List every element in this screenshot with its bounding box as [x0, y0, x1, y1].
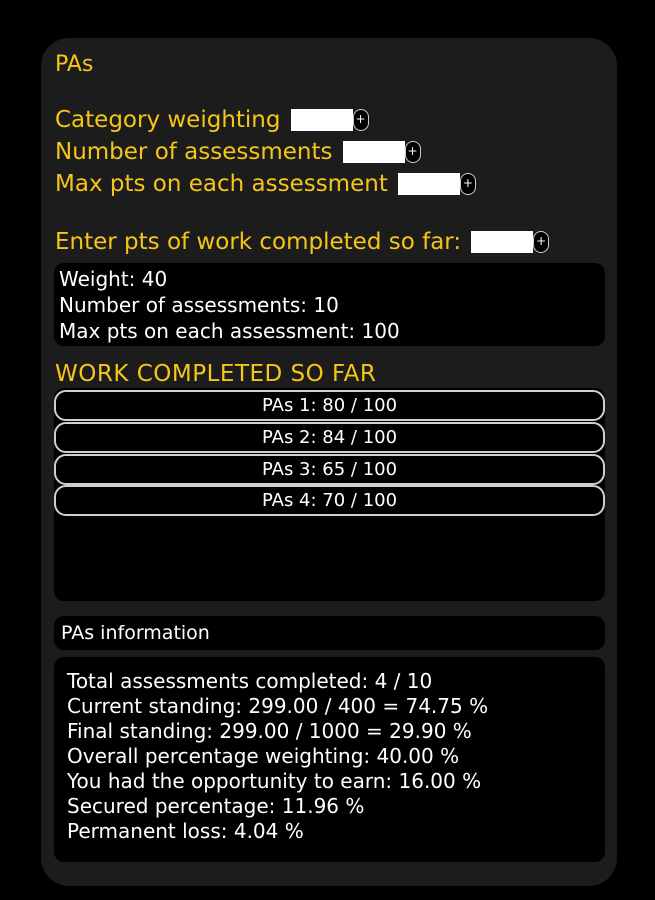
- weighting-row: Category weighting +: [55, 107, 369, 133]
- category-title: PAs: [55, 52, 94, 77]
- work-item[interactable]: PAs 4: 70 / 100: [54, 485, 605, 516]
- info-line: You had the opportunity to earn: 16.00 %: [67, 769, 482, 793]
- work-item[interactable]: PAs 2: 84 / 100: [54, 422, 605, 453]
- summary-weight: Weight: 40: [59, 267, 168, 291]
- add-max-pts-button[interactable]: +: [459, 173, 476, 195]
- weighting-label: Category weighting: [55, 107, 281, 133]
- category-card: PAs Category weighting + Number of asses…: [41, 38, 617, 886]
- work-item[interactable]: PAs 3: 65 / 100: [54, 454, 605, 485]
- work-list: PAs 1: 80 / 100 PAs 2: 84 / 100 PAs 3: 6…: [54, 388, 605, 601]
- info-panel: Total assessments completed: 4 / 10 Curr…: [54, 657, 605, 862]
- add-assessments-button[interactable]: +: [404, 141, 421, 163]
- summary-max-pts: Max pts on each assessment: 100: [59, 319, 400, 343]
- weighting-input[interactable]: [290, 109, 353, 131]
- completed-row: Enter pts of work completed so far: +: [55, 229, 550, 255]
- info-line: Secured percentage: 11.96 %: [67, 794, 365, 818]
- plus-icon: +: [536, 234, 547, 248]
- add-completed-button[interactable]: +: [533, 231, 550, 253]
- work-heading: WORK COMPLETED SO FAR: [55, 361, 377, 387]
- add-weighting-button[interactable]: +: [352, 109, 369, 131]
- plus-icon: +: [355, 112, 366, 126]
- plus-icon: +: [462, 176, 473, 190]
- info-line: Permanent loss: 4.04 %: [67, 819, 304, 843]
- summary-assessments: Number of assessments: 10: [59, 293, 339, 317]
- info-header: PAs information: [54, 616, 605, 650]
- info-line: Total assessments completed: 4 / 10: [67, 669, 433, 693]
- completed-pts-input[interactable]: [471, 231, 534, 253]
- info-line: Overall percentage weighting: 40.00 %: [67, 744, 460, 768]
- max-pts-row: Max pts on each assessment +: [55, 171, 476, 197]
- assessments-label: Number of assessments: [55, 139, 333, 165]
- max-pts-label: Max pts on each assessment: [55, 171, 388, 197]
- assessments-row: Number of assessments +: [55, 139, 421, 165]
- work-item[interactable]: PAs 1: 80 / 100: [54, 390, 605, 421]
- info-line: Final standing: 299.00 / 1000 = 29.90 %: [67, 719, 472, 743]
- assessments-input[interactable]: [342, 141, 405, 163]
- summary-panel: Weight: 40 Number of assessments: 10 Max…: [54, 263, 605, 346]
- info-line: Current standing: 299.00 / 400 = 74.75 %: [67, 694, 489, 718]
- max-pts-input[interactable]: [397, 173, 460, 195]
- plus-icon: +: [407, 144, 418, 158]
- completed-label: Enter pts of work completed so far:: [55, 229, 462, 255]
